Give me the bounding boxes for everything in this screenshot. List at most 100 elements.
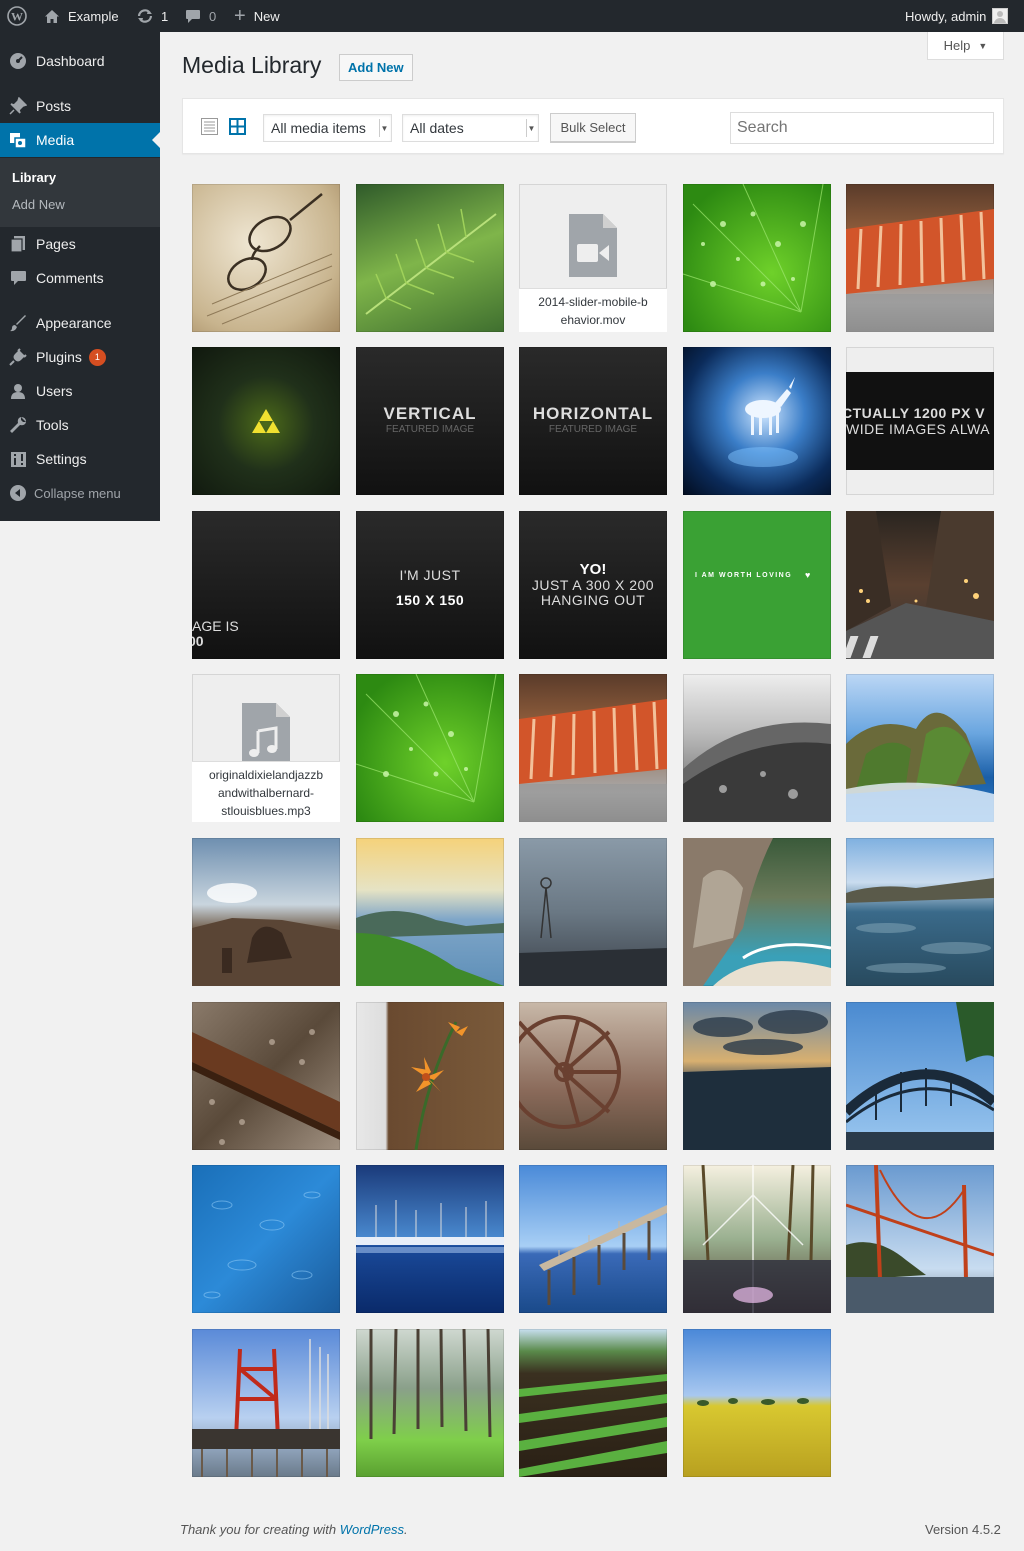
media-item[interactable] — [846, 674, 994, 822]
new-content-link[interactable]: + New — [234, 0, 280, 32]
media-item[interactable] — [519, 674, 667, 822]
updates-count: 1 — [161, 8, 169, 24]
video-icon — [569, 214, 617, 280]
settings-icon — [0, 451, 36, 468]
media-item[interactable] — [683, 347, 831, 495]
add-new-button[interactable]: Add New — [339, 54, 413, 81]
submenu-add-new[interactable]: Add New — [12, 197, 65, 212]
sidebar-item-tools[interactable]: Tools — [0, 408, 160, 442]
wordpress-logo-icon[interactable]: W — [7, 0, 27, 32]
collapse-arrow-icon — [0, 485, 36, 501]
media-item[interactable] — [356, 674, 504, 822]
sidebar-item-dashboard[interactable]: Dashboard — [0, 44, 160, 78]
media-thumbnail — [683, 184, 824, 313]
updates-link[interactable]: 1 — [136, 0, 168, 32]
site-name-link[interactable]: Example — [44, 0, 119, 32]
media-item[interactable]: HORIZONTAL FEATURED IMAGE — [519, 347, 667, 495]
account-menu[interactable]: Howdy, admin — [905, 0, 1009, 32]
media-thumbnail — [369, 1329, 492, 1439]
search-input[interactable] — [730, 112, 994, 144]
wordpress-link[interactable]: WordPress — [340, 1522, 404, 1537]
media-thumbnail — [697, 1398, 809, 1406]
media-item[interactable] — [356, 184, 504, 332]
sidebar-item-appearance[interactable]: Appearance — [0, 306, 160, 340]
media-item[interactable] — [846, 838, 994, 986]
bulk-select-button[interactable]: Bulk Select — [550, 113, 636, 142]
brush-icon — [0, 314, 36, 332]
media-thumbnail — [206, 193, 333, 325]
avatar — [992, 8, 1009, 24]
media-item[interactable]: I'M JUST 150 X 150 — [356, 511, 504, 659]
media-thumbnail — [846, 1165, 994, 1313]
collapse-menu-button[interactable]: Collapse menu — [0, 476, 160, 510]
sidebar-item-users[interactable]: Users — [0, 374, 160, 408]
sidebar-item-media[interactable]: Media — [0, 123, 160, 157]
media-item[interactable] — [192, 1329, 340, 1477]
sidebar-item-posts[interactable]: Posts — [0, 89, 160, 123]
media-item[interactable] — [683, 184, 831, 332]
media-thumbnail — [519, 1374, 667, 1477]
media-thumbnail — [192, 883, 340, 986]
media-item[interactable]: CTUALLY 1200 PX V WIDE IMAGES ALWA — [846, 347, 994, 495]
media-item[interactable] — [356, 838, 504, 986]
home-icon — [44, 9, 60, 24]
media-item[interactable] — [356, 1329, 504, 1477]
media-filename: originaldixielandjazzb andwithalbernard-… — [192, 761, 340, 822]
list-view-icon[interactable] — [201, 118, 218, 138]
media-thumbnail — [683, 838, 831, 986]
comments-count: 0 — [209, 8, 217, 24]
dashboard-icon — [0, 52, 36, 70]
select-arrow-icon: ▼ — [379, 119, 389, 137]
media-item[interactable] — [192, 838, 340, 986]
media-item[interactable] — [846, 511, 994, 659]
media-item[interactable] — [356, 1165, 504, 1313]
select-arrow-icon: ▼ — [526, 119, 536, 137]
media-thumbnail — [365, 208, 497, 315]
media-item[interactable]: VERTICAL FEATURED IMAGE — [356, 347, 504, 495]
comment-icon — [0, 270, 36, 286]
media-item[interactable] — [683, 674, 831, 822]
media-item[interactable] — [192, 1165, 340, 1313]
media-item[interactable] — [683, 838, 831, 986]
media-item[interactable] — [683, 1165, 831, 1313]
media-thumbnail — [683, 1165, 831, 1313]
media-icon — [0, 131, 36, 149]
media-item[interactable] — [519, 838, 667, 986]
grid-view-icon[interactable] — [229, 118, 246, 138]
media-thumbnail — [519, 1015, 621, 1129]
media-type-filter[interactable]: All media items ▼ — [263, 114, 392, 142]
media-thumbnail — [728, 377, 798, 467]
media-item-video[interactable]: 2014-slider-mobile-behavior.mov — [519, 184, 667, 332]
media-item[interactable] — [519, 1165, 667, 1313]
page-icon — [0, 235, 36, 253]
sidebar-item-settings[interactable]: Settings — [0, 442, 160, 476]
media-item[interactable] — [192, 1002, 340, 1150]
greeting: Howdy, admin — [905, 8, 987, 24]
media-item[interactable]: I AM WORTH LOVING ♥ — [683, 511, 831, 659]
media-item-audio[interactable]: originaldixielandjazzb andwithalbernard-… — [192, 674, 340, 822]
media-item[interactable] — [519, 1002, 667, 1150]
sidebar-item-comments[interactable]: Comments — [0, 261, 160, 295]
comments-link[interactable]: 0 — [185, 0, 216, 32]
help-tab-button[interactable]: Help ▼ — [927, 32, 1004, 60]
media-item[interactable] — [683, 1329, 831, 1477]
media-thumbnail — [846, 1002, 994, 1150]
sidebar-item-pages[interactable]: Pages — [0, 227, 160, 261]
media-item[interactable] — [519, 1329, 667, 1477]
media-item[interactable] — [192, 347, 340, 495]
submenu-library[interactable]: Library — [12, 170, 56, 185]
media-item[interactable]: AGE IS 00 — [192, 511, 340, 659]
sidebar-item-plugins[interactable]: Plugins 1 — [0, 340, 160, 374]
media-item[interactable] — [683, 1002, 831, 1150]
footer-credit: Thank you for creating with WordPress. — [180, 1522, 408, 1537]
media-item[interactable] — [356, 1002, 504, 1150]
date-filter[interactable]: All dates ▼ — [402, 114, 539, 142]
media-item[interactable] — [846, 184, 994, 332]
media-item[interactable] — [192, 184, 340, 332]
media-item[interactable] — [846, 1002, 994, 1150]
media-item[interactable] — [846, 1165, 994, 1313]
admin-bar: W Example 1 0 + New Howdy, admin — [0, 0, 1024, 32]
media-toolbar: All media items ▼ All dates ▼ Bulk Selec… — [182, 98, 1004, 154]
media-item[interactable]: YO! JUST A 300 X 200 HANGING OUT — [519, 511, 667, 659]
media-thumbnail — [539, 1205, 667, 1305]
